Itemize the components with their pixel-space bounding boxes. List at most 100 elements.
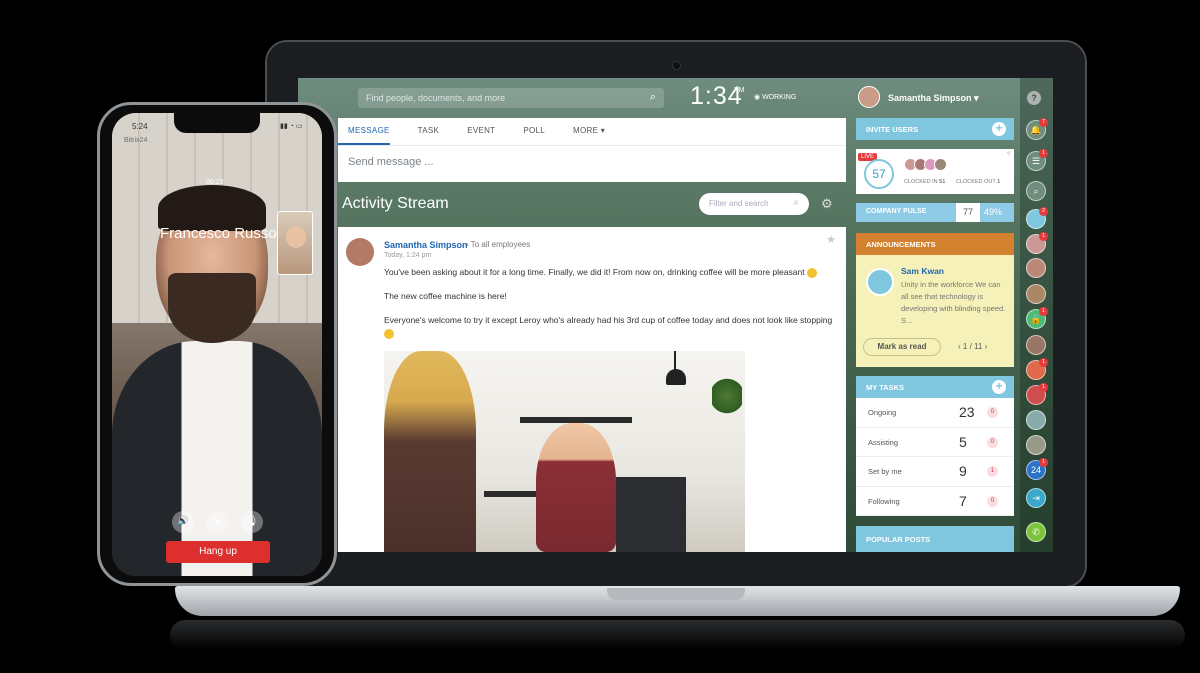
post-paragraph: Everyone's welcome to try it except Lero… xyxy=(384,314,834,340)
transfer-icon[interactable]: ↘ xyxy=(206,511,228,533)
tab-message[interactable]: MESSAGE xyxy=(338,118,390,145)
status-working[interactable]: WORKING xyxy=(754,93,796,101)
bitrix24-icon[interactable]: 24 1 xyxy=(1026,458,1048,480)
clocked-in-count: 51 xyxy=(939,179,946,185)
task-row[interactable]: Set by me 9 1 xyxy=(856,457,1014,487)
bell-icon[interactable]: 🔔 7 xyxy=(1026,118,1048,140)
badge: 2 xyxy=(1039,207,1048,216)
task-label: Assisting xyxy=(868,437,899,447)
announcements-header: ANNOUNCEMENTS xyxy=(856,233,1014,255)
post-time: Today, 1:24 pm xyxy=(384,252,432,259)
badge: 1 xyxy=(1039,383,1048,392)
avatar[interactable] xyxy=(346,238,374,266)
task-count: 23 xyxy=(959,404,975,420)
announcement-author[interactable]: Sam Kwan xyxy=(901,266,944,276)
plus-icon[interactable]: + xyxy=(992,122,1006,136)
search-icon[interactable]: ⌕ xyxy=(1026,181,1046,201)
lock-icon[interactable]: 🔒 1 xyxy=(1026,307,1048,329)
company-pulse[interactable]: COMPANY PULSE 77 49% xyxy=(856,203,1014,222)
phone-icon[interactable]: ✆ xyxy=(1026,522,1046,542)
right-rail: 🔔 7 ☰ 1 ⌕ 2 1 🔒 1 1 1 24 1 ⇥ ✆ xyxy=(1020,78,1053,552)
avatar-group xyxy=(904,158,947,171)
tab-more[interactable]: MORE ▾ xyxy=(563,118,605,145)
camera xyxy=(672,61,681,70)
laptop-screen: Find people, documents, and more ⌕ 1:34 … xyxy=(298,78,1053,552)
avatar[interactable] xyxy=(1026,258,1046,278)
app-name: Bitrix24 xyxy=(124,137,148,144)
gear-icon[interactable]: ⚙ xyxy=(821,196,833,212)
avatar xyxy=(934,158,947,171)
announcement-pager: ‹ 1 / 11 › xyxy=(958,342,987,351)
phone-notch xyxy=(174,113,260,133)
microphone-icon[interactable]: 🎙 xyxy=(241,511,263,533)
task-row[interactable]: Assisting 5 0 xyxy=(856,428,1014,457)
clocked-out-label: CLOCKED OUT xyxy=(956,179,996,185)
popular-posts-header[interactable]: POPULAR POSTS xyxy=(856,526,1014,552)
post-image[interactable] xyxy=(384,351,745,552)
self-view[interactable] xyxy=(277,211,313,275)
plus-icon[interactable]: + xyxy=(992,380,1006,394)
search-placeholder: Find people, documents, and more xyxy=(366,93,506,103)
self-view-face xyxy=(286,226,306,248)
tab-event[interactable]: EVENT xyxy=(457,118,495,145)
avatar[interactable] xyxy=(1026,284,1046,304)
company-pulse-percent: 49% xyxy=(984,207,1003,217)
photo-plant xyxy=(712,377,742,415)
task-count: 7 xyxy=(959,492,967,509)
task-badge: 0 xyxy=(987,407,998,418)
caller-beard xyxy=(168,273,256,343)
invite-users-button[interactable]: INVITE USERS + xyxy=(856,118,1014,140)
speaker-icon[interactable]: 🔊 xyxy=(172,511,194,533)
phone-screen: 5:24 ▮▮ ◔ ▭ Bitrix24 00:23 Francesco Rus… xyxy=(112,113,322,576)
task-badge: 1 xyxy=(987,466,998,477)
tab-poll[interactable]: POLL xyxy=(513,118,545,145)
search-input[interactable]: Find people, documents, and more ⌕ xyxy=(358,88,664,108)
hang-up-button[interactable]: Hang up xyxy=(166,541,270,563)
avatar[interactable]: 1 xyxy=(1026,232,1048,254)
avatar[interactable]: 1 xyxy=(1026,383,1048,405)
my-tasks-label: MY TASKS xyxy=(866,383,905,392)
smile-icon xyxy=(806,267,817,278)
chevron-right-icon[interactable]: › xyxy=(985,342,988,351)
chat-icon[interactable]: ☰ 1 xyxy=(1026,149,1048,171)
avatar[interactable] xyxy=(1026,335,1046,355)
avatar[interactable]: 1 xyxy=(1026,358,1048,380)
star-icon[interactable]: ★ xyxy=(826,233,836,246)
feed-post: Samantha Simpson › To all employees Toda… xyxy=(338,227,846,552)
question-icon[interactable]: ? xyxy=(1007,152,1010,158)
avatar[interactable] xyxy=(1026,435,1046,455)
search-icon[interactable]: ⌕ xyxy=(650,91,656,104)
page-title: Activity Stream xyxy=(342,195,449,212)
badge: 1 xyxy=(1039,358,1048,367)
clocked-in: CLOCKED IN 51 xyxy=(904,179,945,185)
avatar[interactable] xyxy=(866,268,894,296)
export-icon[interactable]: ⇥ xyxy=(1026,488,1046,508)
tab-task[interactable]: TASK xyxy=(408,118,440,145)
chevron-left-icon[interactable]: ‹ xyxy=(958,342,961,351)
laptop-notch xyxy=(607,588,745,600)
search-icon[interactable]: ⌕ xyxy=(793,197,799,208)
avatar[interactable]: 2 xyxy=(1026,207,1048,229)
avatar[interactable] xyxy=(858,86,880,108)
task-row[interactable]: Ongoing 23 0 xyxy=(856,398,1014,428)
scene: Find people, documents, and more ⌕ 1:34 … xyxy=(0,0,1200,673)
task-label: Set by me xyxy=(868,467,902,476)
photo-woman xyxy=(384,351,476,552)
company-pulse-value: 77 xyxy=(956,203,980,222)
announcement-card: Sam Kwan Unity in the workforce We can a… xyxy=(856,255,1014,367)
post-line-3: Everyone's welcome to try it except Lero… xyxy=(384,315,833,325)
task-row[interactable]: Following 7 0 xyxy=(856,487,1014,516)
mark-as-read-button[interactable]: Mark as read xyxy=(863,338,941,356)
timeman-widget[interactable]: LIVE 57 CLOCKED IN 51 CLOCKED OUT 1 ? xyxy=(856,149,1014,194)
tab-more-label: MORE xyxy=(573,126,599,135)
post-line-2: The new coffee machine is here! xyxy=(384,291,507,301)
company-pulse-label: COMPANY PULSE xyxy=(866,208,927,215)
post-audience-label[interactable]: To all employees xyxy=(471,240,531,249)
announcement-text[interactable]: Unity in the workforce We can all see th… xyxy=(901,279,1009,327)
user-menu[interactable]: Samantha Simpson ▾ xyxy=(888,93,979,104)
photo-man xyxy=(536,423,616,552)
post-author[interactable]: Samantha Simpson xyxy=(384,240,468,250)
avatar[interactable] xyxy=(1026,410,1046,430)
filter-input[interactable]: Filter and search ⌕ xyxy=(699,193,809,215)
message-input[interactable]: Send message ... xyxy=(338,146,846,178)
